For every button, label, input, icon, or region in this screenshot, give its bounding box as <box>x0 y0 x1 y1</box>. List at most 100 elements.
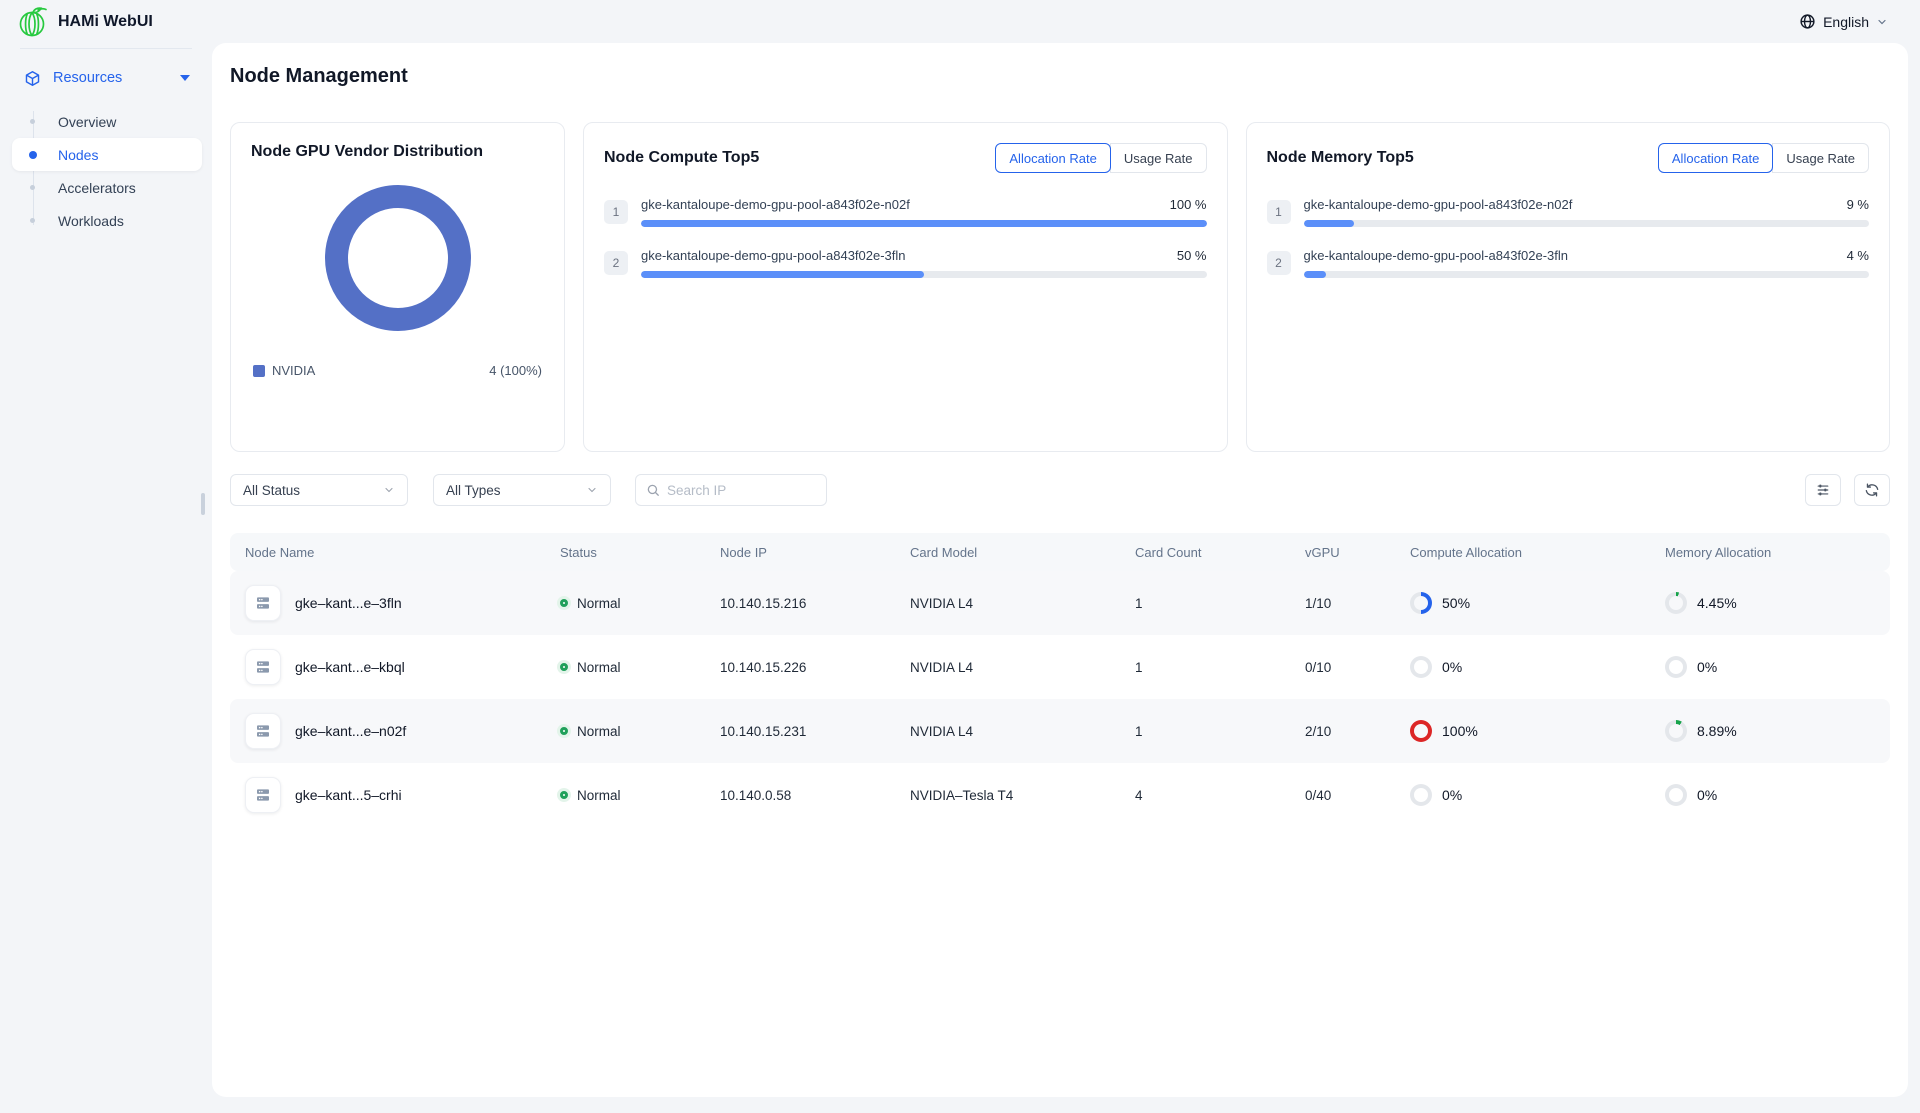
legend-label: NVIDIA <box>272 363 315 378</box>
status-label: Normal <box>577 788 621 803</box>
table-row[interactable]: gke–kant...e–3fln Normal 10.140.15.216 N… <box>230 571 1890 635</box>
node-name[interactable]: gke–kant...e–kbql <box>295 659 405 675</box>
legend-item: NVIDIA 4 (100%) <box>251 363 544 378</box>
brand: HAMi WebUI <box>0 6 153 38</box>
node-ip: 10.140.0.58 <box>705 788 895 803</box>
compute-allocation-value: 0% <box>1442 787 1462 803</box>
chevron-down-icon <box>383 484 395 496</box>
sidebar-item-label: Workloads <box>58 213 124 229</box>
memory-allocation-ring <box>1665 656 1687 678</box>
card-title: Node Compute Top5 <box>604 149 759 167</box>
gpu-vendor-card: Node GPU Vendor Distribution NVIDIA 4 (1… <box>230 122 565 452</box>
search-ip-input[interactable] <box>667 483 797 498</box>
top-bar: HAMi WebUI English <box>0 0 1920 43</box>
sidebar-divider <box>20 48 192 49</box>
status-filter-select[interactable]: All Status <box>230 474 408 506</box>
app-logo-icon <box>18 6 48 38</box>
tree-dot <box>30 185 35 190</box>
nodes-table: Node Name Status Node IP Card Model Card… <box>230 533 1890 827</box>
tree-dot <box>30 218 35 223</box>
memory-allocation-ring <box>1665 720 1687 742</box>
top5-node-name: gke-kantaloupe-demo-gpu-pool-a843f02e-n0… <box>641 197 910 212</box>
status-label: Normal <box>577 660 621 675</box>
sidebar-item-accelerators[interactable]: Accelerators <box>12 171 202 204</box>
sidebar-item-workloads[interactable]: Workloads <box>12 204 202 237</box>
status-normal-icon <box>560 663 568 671</box>
allocation-rate-tab[interactable]: Allocation Rate <box>995 143 1110 173</box>
memory-allocation-ring <box>1665 592 1687 614</box>
top5-value: 4 % <box>1847 248 1869 263</box>
card-count: 1 <box>1120 660 1290 675</box>
legend-swatch <box>253 365 265 377</box>
sidebar-group-label: Resources <box>53 70 180 86</box>
node-ip: 10.140.15.231 <box>705 724 895 739</box>
sidebar-item-label: Overview <box>58 114 116 130</box>
progress-bar <box>1304 220 1870 227</box>
top5-value: 100 % <box>1170 197 1207 212</box>
top5-row: 2 gke-kantaloupe-demo-gpu-pool-a843f02e-… <box>604 248 1207 278</box>
compute-allocation-ring <box>1410 784 1432 806</box>
node-name[interactable]: gke–kant...e–n02f <box>295 723 406 739</box>
node-icon <box>245 649 281 685</box>
app-title: HAMi WebUI <box>58 13 153 31</box>
sidebar-item-nodes[interactable]: Nodes <box>12 138 202 171</box>
table-row[interactable]: gke–kant...e–kbql Normal 10.140.15.226 N… <box>230 635 1890 699</box>
chevron-down-icon <box>1876 16 1888 28</box>
node-name[interactable]: gke–kant...5–crhi <box>295 787 402 803</box>
vgpu: 1/10 <box>1290 596 1395 611</box>
top5-value: 9 % <box>1847 197 1869 212</box>
table-header: Node Name Status Node IP Card Model Card… <box>230 533 1890 571</box>
card-model: NVIDIA L4 <box>895 596 1120 611</box>
node-icon <box>245 777 281 813</box>
vgpu: 2/10 <box>1290 724 1395 739</box>
rank-badge: 2 <box>1267 251 1291 275</box>
node-icon <box>245 585 281 621</box>
cube-icon <box>24 70 41 87</box>
compute-allocation-ring <box>1410 720 1432 742</box>
globe-icon <box>1799 13 1816 30</box>
vgpu: 0/40 <box>1290 788 1395 803</box>
compute-allocation-ring <box>1410 656 1432 678</box>
compute-allocation-ring <box>1410 592 1432 614</box>
memory-allocation-value: 0% <box>1697 787 1717 803</box>
type-filter-select[interactable]: All Types <box>433 474 611 506</box>
usage-rate-tab[interactable]: Usage Rate <box>1772 143 1869 173</box>
search-ip-box <box>635 474 827 506</box>
refresh-button[interactable] <box>1854 474 1890 506</box>
node-ip: 10.140.15.226 <box>705 660 895 675</box>
compute-allocation-value: 100% <box>1442 723 1478 739</box>
sidebar-tree: Overview Nodes Accelerators Workloads <box>0 105 212 237</box>
tree-dot <box>30 119 35 124</box>
sidebar-group-resources[interactable]: Resources <box>0 63 212 93</box>
top5-row: 1 gke-kantaloupe-demo-gpu-pool-a843f02e-… <box>1267 197 1870 227</box>
language-selector[interactable]: English <box>1799 13 1888 30</box>
table-toolbar: All Status All Types <box>230 474 1890 506</box>
memory-allocation-value: 0% <box>1697 659 1717 675</box>
usage-rate-tab[interactable]: Usage Rate <box>1110 143 1207 173</box>
legend-value: 4 (100%) <box>489 363 542 378</box>
card-model: NVIDIA L4 <box>895 724 1120 739</box>
search-icon <box>646 483 660 497</box>
progress-bar <box>641 220 1207 227</box>
memory-rate-toggle: Allocation Rate Usage Rate <box>1658 143 1869 173</box>
memory-allocation-value: 4.45% <box>1697 595 1737 611</box>
memory-allocation-value: 8.89% <box>1697 723 1737 739</box>
card-model: NVIDIA L4 <box>895 660 1120 675</box>
table-row[interactable]: gke–kant...e–n02f Normal 10.140.15.231 N… <box>230 699 1890 763</box>
caret-down-icon <box>180 75 190 81</box>
column-settings-button[interactable] <box>1805 474 1841 506</box>
top5-node-name: gke-kantaloupe-demo-gpu-pool-a843f02e-n0… <box>1304 197 1573 212</box>
top5-node-name: gke-kantaloupe-demo-gpu-pool-a843f02e-3f… <box>1304 248 1569 263</box>
card-model: NVIDIA–Tesla T4 <box>895 788 1120 803</box>
language-label: English <box>1823 14 1869 30</box>
sidebar-item-overview[interactable]: Overview <box>12 105 202 138</box>
status-normal-icon <box>560 727 568 735</box>
allocation-rate-tab[interactable]: Allocation Rate <box>1658 143 1773 173</box>
stat-cards-row: Node GPU Vendor Distribution NVIDIA 4 (1… <box>230 122 1890 452</box>
node-name[interactable]: gke–kant...e–3fln <box>295 595 402 611</box>
card-count: 4 <box>1120 788 1290 803</box>
scrollbar-thumb[interactable] <box>201 493 205 515</box>
compute-allocation-value: 50% <box>1442 595 1470 611</box>
table-row[interactable]: gke–kant...5–crhi Normal 10.140.0.58 NVI… <box>230 763 1890 827</box>
card-title: Node Memory Top5 <box>1267 149 1414 167</box>
